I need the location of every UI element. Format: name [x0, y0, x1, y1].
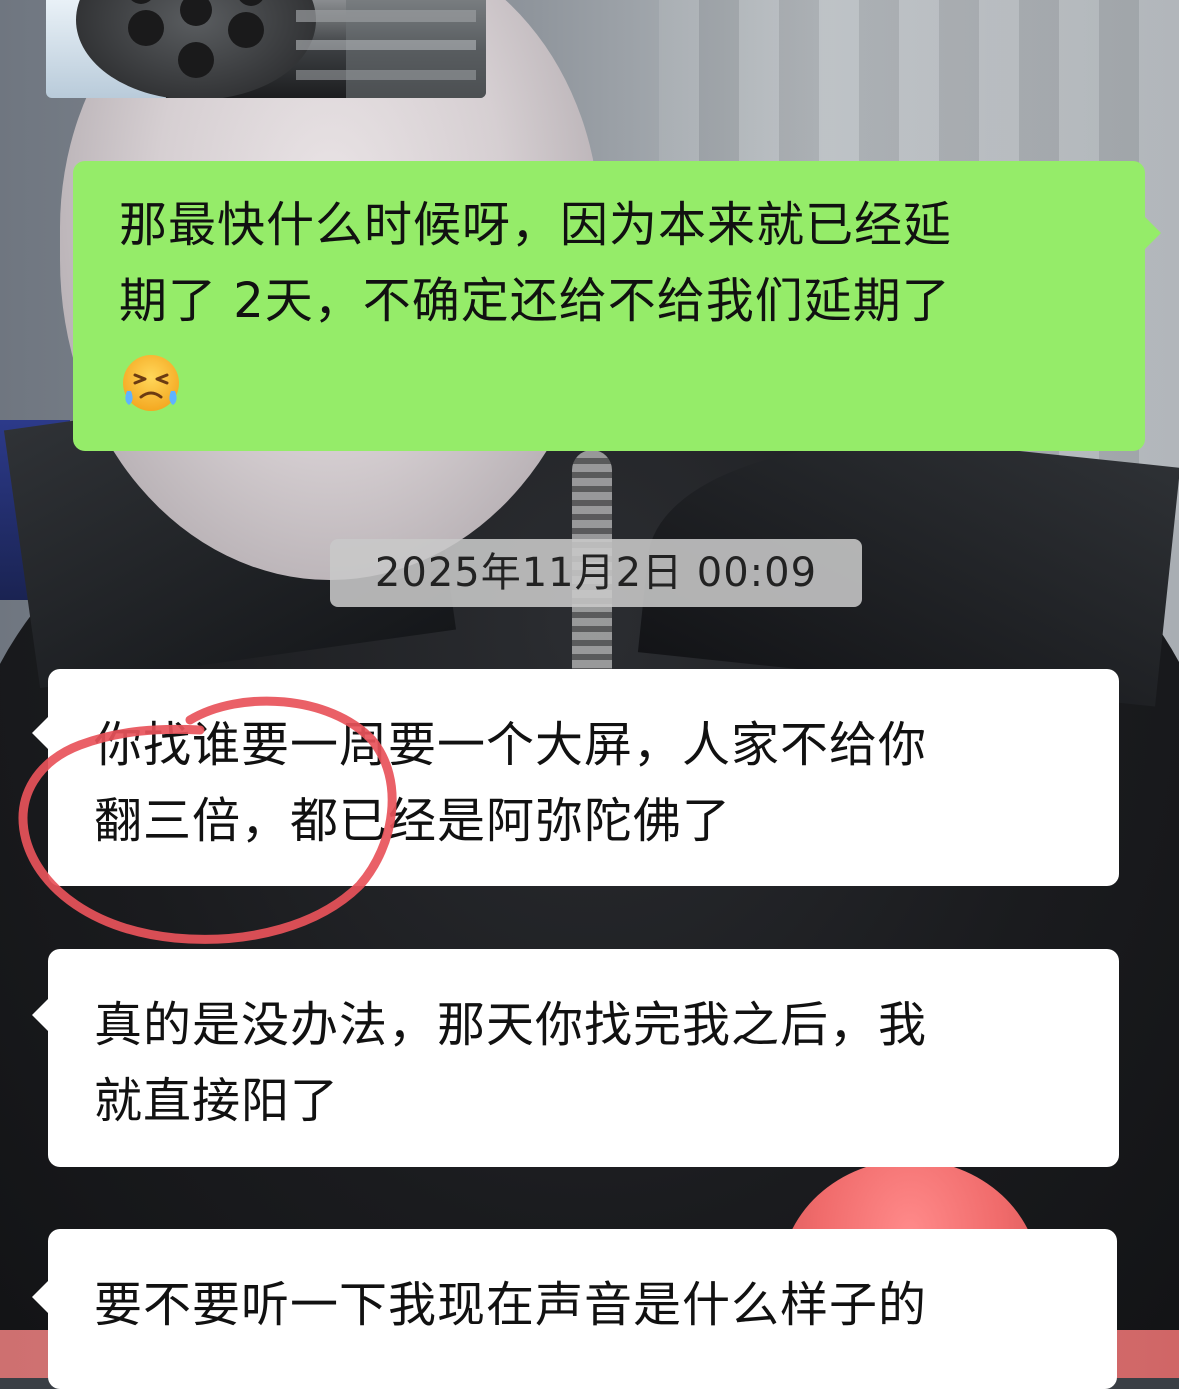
message-line: 真的是没办法，那天你找完我之后，我: [94, 997, 928, 1053]
message-emoji-line: [119, 339, 1105, 415]
message-line: 翻三倍，都已经是阿弥陀佛了: [94, 793, 732, 849]
message-line: 就直接阳了: [94, 1073, 340, 1129]
received-message-bubble[interactable]: 你找谁要一周要一个大屏，人家不给你 翻三倍，都已经是阿弥陀佛了: [32, 669, 1119, 886]
bubble-tail: [32, 999, 48, 1031]
minigun-image-icon: [76, 0, 486, 98]
message-line: 那最快什么时候呀，因为本来就已经延: [119, 197, 953, 253]
message-line: 期了 2天，不确定还给不给我们延期了: [119, 273, 951, 329]
crying-emoji-icon: [123, 355, 179, 411]
message-line: 你找谁要一周要一个大屏，人家不给你: [94, 717, 928, 773]
sent-message-bubble[interactable]: 那最快什么时候呀，因为本来就已经延 期了 2天，不确定还给不给我们延期了: [73, 161, 1161, 451]
received-message-bubble[interactable]: 要不要听一下我现在声音是什么样子的: [32, 1229, 1117, 1389]
message-line: 要不要听一下我现在声音是什么样子的: [94, 1277, 928, 1333]
bubble-tail: [32, 1281, 48, 1313]
received-message-bubble[interactable]: 真的是没办法，那天你找完我之后，我 就直接阳了: [32, 949, 1119, 1167]
shared-image-thumbnail[interactable]: [46, 0, 486, 98]
message-timestamp: 2025年11月2日 00:09: [330, 539, 862, 607]
bubble-tail: [1145, 217, 1161, 249]
bubble-tail: [32, 717, 48, 749]
